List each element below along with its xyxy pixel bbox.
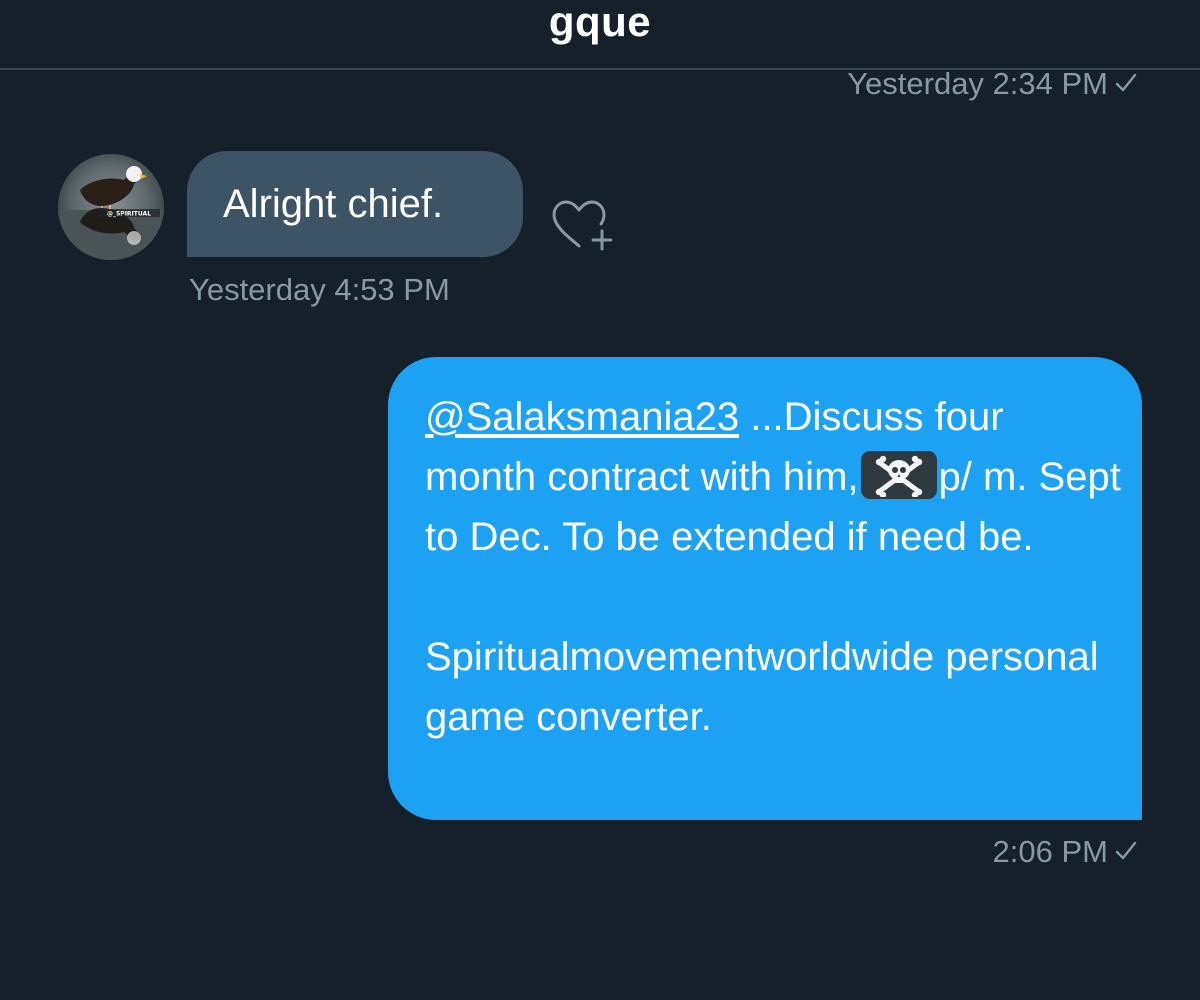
received-message-timestamp: Yesterday 4:53 PM [189, 272, 450, 307]
avatar-watermark: @_SPIRITUAL [107, 211, 151, 218]
sent-message-paragraph-2: Spiritualmovementworldwide personal game… [425, 635, 1099, 739]
like-button[interactable] [546, 194, 616, 254]
timestamp-text: 2:06 PM [992, 834, 1108, 869]
check-icon [1115, 73, 1137, 92]
sent-message-timestamp: 2:06 PM [993, 834, 1138, 870]
received-message-bubble[interactable]: Alright chief. [187, 151, 523, 257]
sent-message-bubble[interactable]: @Salaksmania23 ...Discuss four month con… [388, 357, 1142, 820]
message-timestamp: Yesterday 2:34 PM [847, 66, 1138, 102]
check-icon [1115, 841, 1137, 860]
conversation-header: gque [0, 0, 1200, 70]
received-message-text: Alright chief. [223, 182, 444, 226]
sent-message-paragraph: @Salaksmania23 ...Discuss four month con… [425, 387, 1122, 567]
timestamp-text: Yesterday 2:34 PM [847, 66, 1108, 101]
mention-link[interactable]: @Salaksmania23 [425, 395, 739, 439]
skull-crossbones-emoji-icon [860, 451, 937, 500]
heart-plus-icon [552, 200, 613, 251]
avatar[interactable]: @_SPIRITUAL [58, 154, 164, 260]
eagle-avatar-image: @_SPIRITUAL [58, 154, 164, 260]
conversation-title: gque [548, 0, 652, 45]
